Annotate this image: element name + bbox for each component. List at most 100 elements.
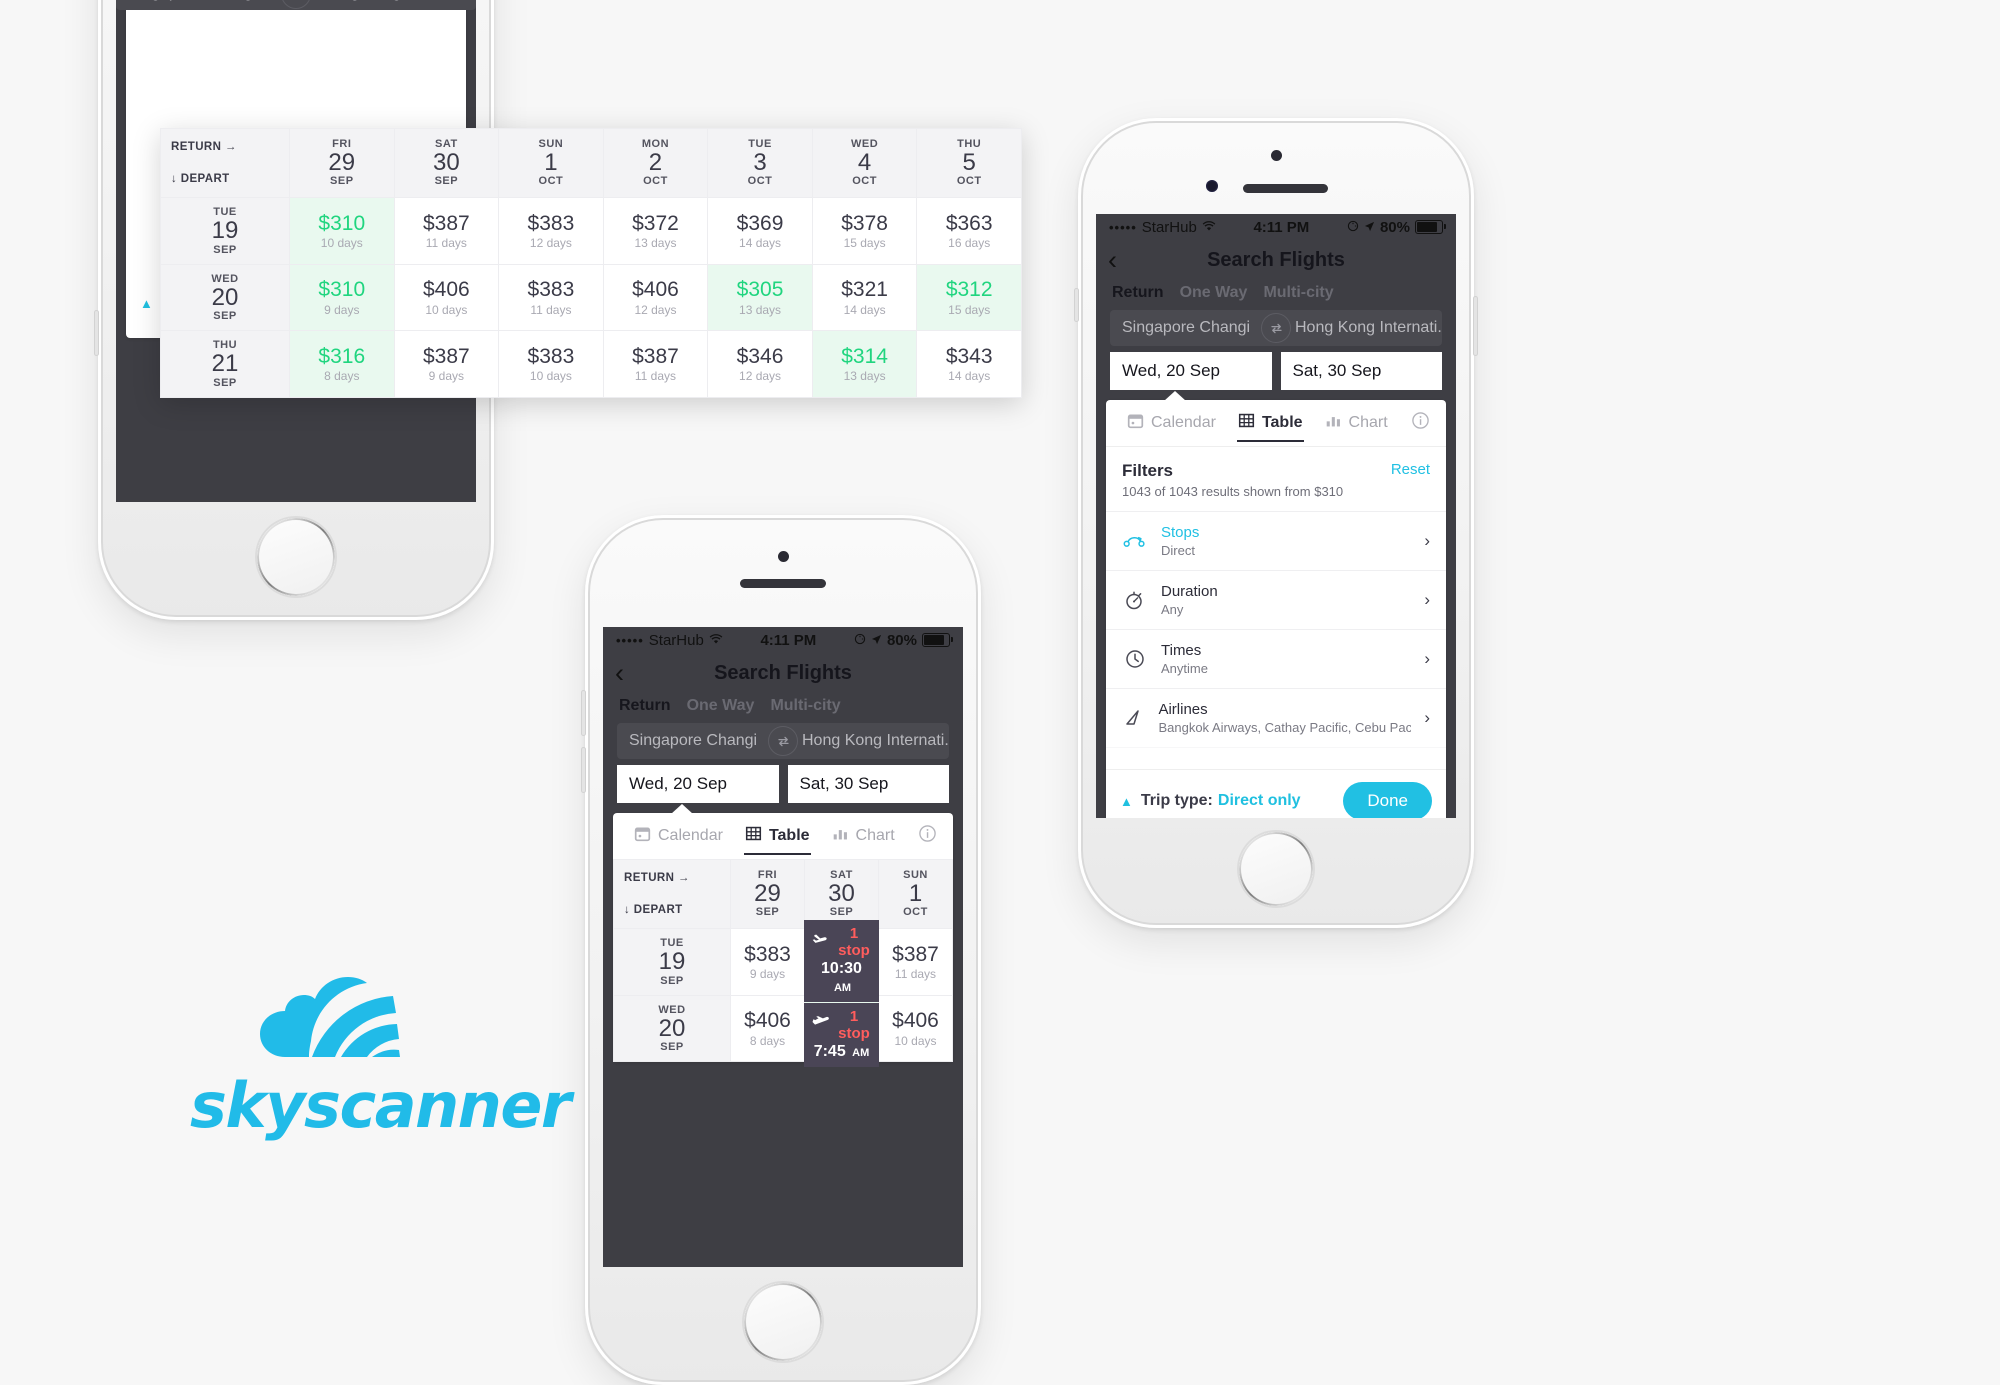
fare-cell[interactable]: $314 13 days bbox=[811, 330, 918, 398]
fare-cell[interactable]: $369 14 days bbox=[707, 197, 813, 265]
grid-row-header[interactable]: THU 21 SEP bbox=[160, 330, 290, 398]
fare-duration: 16 days bbox=[948, 236, 991, 251]
tab-calendar[interactable]: Calendar bbox=[1118, 406, 1225, 440]
rotation-lock-icon bbox=[1347, 219, 1359, 236]
trip-tab-multi-city[interactable]: Multi-city bbox=[770, 697, 840, 715]
fare-cell[interactable]: $312 15 days bbox=[916, 263, 1022, 332]
fare-cell[interactable]: $383 9 days bbox=[730, 928, 805, 996]
trip-tab-one-way[interactable]: One Way bbox=[687, 697, 755, 715]
filter-row-times[interactable]: Times Anytime › bbox=[1106, 629, 1446, 688]
flight-tooltip[interactable]: 1 stop 10:30 AM 1 stop 7:45 AM bbox=[804, 920, 879, 1068]
fare-cell[interactable]: $383 10 days bbox=[498, 330, 604, 398]
destination-field[interactable]: Hong Kong Internati... bbox=[1269, 319, 1442, 337]
filter-row-stops[interactable]: Stops Direct › bbox=[1106, 511, 1446, 570]
return-date-field[interactable]: Sat, 30 Sep bbox=[1280, 352, 1442, 390]
grid-row-header[interactable]: TUE 19 SEP bbox=[160, 197, 290, 265]
fare-cell[interactable]: $383 12 days bbox=[498, 197, 604, 265]
trip-type-caret-icon[interactable]: ▲ bbox=[140, 296, 153, 311]
plane-landing-icon bbox=[811, 1016, 830, 1034]
fare-duration: 12 days bbox=[529, 236, 572, 251]
depart-date-field[interactable]: Wed, 20 Sep bbox=[1110, 352, 1272, 390]
trip-tab-multi-city[interactable]: Multi-city bbox=[1263, 284, 1333, 302]
fare-duration: 11 days bbox=[425, 236, 467, 251]
grid-row-header[interactable]: WED 20 SEP bbox=[613, 994, 731, 1063]
fare-cell[interactable]: $387 11 days bbox=[878, 928, 953, 996]
trip-type-caret-icon[interactable]: ▲ bbox=[1120, 794, 1133, 809]
fare-cell[interactable]: $387 11 days bbox=[393, 197, 500, 265]
volume-button[interactable] bbox=[94, 310, 99, 356]
grid-col-header[interactable]: SAT 30 SEP bbox=[393, 127, 500, 199]
done-button[interactable]: Done bbox=[1343, 782, 1432, 818]
fare-cell[interactable]: $387 9 days bbox=[393, 330, 500, 398]
tab-chart[interactable]: Chart bbox=[823, 819, 904, 853]
origin-field[interactable]: Singapore Changi bbox=[1110, 319, 1269, 337]
tab-table[interactable]: Table bbox=[736, 819, 819, 855]
trip-tab-return[interactable]: Return bbox=[1112, 284, 1164, 302]
origin-field[interactable]: Singapore Changi bbox=[617, 732, 776, 750]
reset-button[interactable]: Reset bbox=[1391, 461, 1430, 478]
fare-duration: 14 days bbox=[843, 302, 886, 317]
fare-cell[interactable]: 1 stop 10:30 AM 1 stop 7:45 AM bbox=[804, 920, 879, 1068]
grid-col-header[interactable]: FRI 29 SEP bbox=[289, 127, 395, 199]
grid-row-header[interactable]: TUE 19 SEP bbox=[613, 928, 731, 996]
grid-col-header[interactable]: THU 5 OCT bbox=[916, 127, 1022, 199]
tab-calendar[interactable]: Calendar bbox=[625, 819, 732, 853]
grid-col-header[interactable]: SUN 1 OCT bbox=[878, 858, 953, 930]
route-row-center: Singapore Changi Hong Kong Internati... bbox=[617, 723, 949, 759]
tab-chart[interactable]: Chart bbox=[1316, 406, 1397, 440]
fare-cell[interactable]: $383 11 days bbox=[498, 263, 604, 332]
mute-switch[interactable] bbox=[1074, 288, 1079, 322]
grid-row-header[interactable]: WED 20 SEP bbox=[160, 263, 290, 332]
tab-chart-label: Chart bbox=[855, 827, 895, 844]
filter-row-duration[interactable]: Duration Any › bbox=[1106, 570, 1446, 629]
grid-col-header[interactable]: SAT 30 SEP bbox=[804, 858, 879, 930]
home-button[interactable] bbox=[1239, 832, 1313, 906]
fare-cell[interactable]: $406 10 days bbox=[878, 994, 953, 1063]
signal-dots-icon: ••••• bbox=[616, 632, 644, 648]
destination-field[interactable]: Hong Kong Internati... bbox=[776, 732, 949, 750]
route-row-left: Singapore Changi Hong Kong Internati... bbox=[116, 0, 476, 10]
clock-icon bbox=[1122, 648, 1148, 670]
swap-arrows-icon[interactable] bbox=[281, 0, 311, 9]
trip-type-value[interactable]: Direct only bbox=[1218, 792, 1301, 810]
origin-field-left[interactable]: Singapore Changi bbox=[116, 0, 295, 2]
info-circle-icon[interactable] bbox=[918, 824, 937, 848]
swap-arrows-icon[interactable] bbox=[768, 726, 798, 756]
home-button[interactable] bbox=[257, 518, 335, 596]
fare-cell[interactable]: $346 12 days bbox=[707, 330, 813, 398]
grid-col-header[interactable]: FRI 29 SEP bbox=[730, 858, 805, 930]
grid-col-header[interactable]: WED 4 OCT bbox=[811, 127, 918, 199]
depart-date-field[interactable]: Wed, 20 Sep bbox=[617, 765, 779, 803]
grid-col-header[interactable]: SUN 1 OCT bbox=[498, 127, 604, 199]
fare-cell[interactable]: $378 15 days bbox=[811, 197, 918, 265]
grid-col-header[interactable]: TUE 3 OCT bbox=[707, 127, 813, 199]
fare-cell[interactable]: $406 10 days bbox=[393, 263, 500, 332]
fare-cell[interactable]: $406 8 days bbox=[730, 994, 805, 1063]
fare-cell[interactable]: $343 14 days bbox=[916, 330, 1022, 398]
fare-cell[interactable]: $363 16 days bbox=[916, 197, 1022, 265]
fare-cell[interactable]: $310 10 days bbox=[289, 197, 395, 265]
fare-cell[interactable]: $387 11 days bbox=[602, 330, 709, 398]
earpiece-speaker bbox=[740, 579, 826, 588]
fare-cell[interactable]: $372 13 days bbox=[602, 197, 709, 265]
date-fields-right: Wed, 20 Sep Sat, 30 Sep bbox=[1110, 352, 1442, 390]
swap-arrows-icon[interactable] bbox=[1261, 313, 1291, 343]
tab-chart-label: Chart bbox=[1348, 414, 1388, 431]
volume-button[interactable] bbox=[581, 747, 586, 793]
tab-table[interactable]: Table bbox=[1229, 406, 1312, 442]
return-date-field[interactable]: Sat, 30 Sep bbox=[787, 765, 949, 803]
fare-cell[interactable]: $3109 days bbox=[289, 263, 395, 332]
trip-tab-return[interactable]: Return bbox=[619, 697, 671, 715]
info-circle-icon[interactable] bbox=[1411, 411, 1430, 435]
volume-button[interactable] bbox=[581, 690, 586, 736]
fare-cell[interactable]: $321 14 days bbox=[811, 263, 918, 332]
filter-value: Direct bbox=[1161, 543, 1195, 558]
fare-cell[interactable]: $305 13 days bbox=[707, 263, 813, 332]
grid-col-header[interactable]: MON 2 OCT bbox=[602, 127, 709, 199]
home-button[interactable] bbox=[744, 1283, 822, 1361]
destination-field-left[interactable]: Hong Kong Internati... bbox=[295, 0, 476, 2]
trip-tab-one-way[interactable]: One Way bbox=[1180, 284, 1248, 302]
fare-cell[interactable]: $316 8 days bbox=[289, 330, 395, 398]
volume-button[interactable] bbox=[1473, 296, 1478, 356]
fare-cell[interactable]: $406 12 days bbox=[602, 263, 709, 332]
